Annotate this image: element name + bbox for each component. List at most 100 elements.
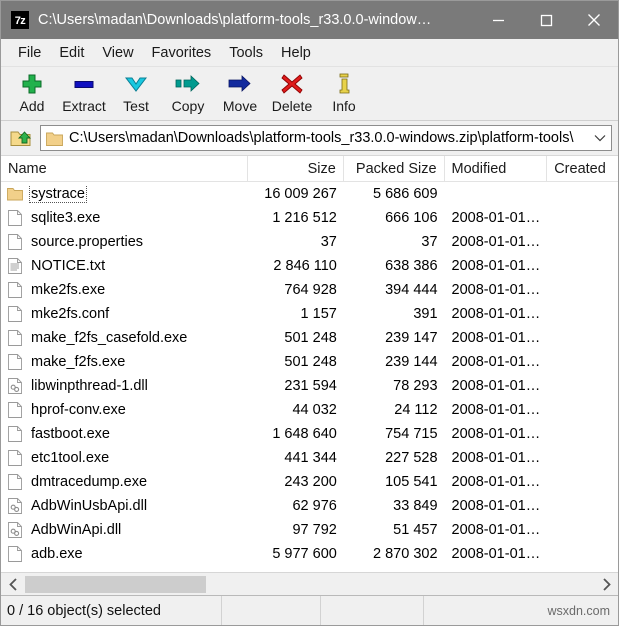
address-combobox[interactable]: C:\Users\madan\Downloads\platform-tools_… [40, 125, 612, 151]
horizontal-scrollbar[interactable] [1, 572, 618, 595]
folder-icon [46, 131, 63, 146]
cell-modified: 2008-01-01… [451, 330, 541, 346]
menu-favorites[interactable]: Favorites [143, 43, 221, 63]
close-button[interactable] [570, 1, 618, 39]
column-header-name[interactable]: Name [1, 156, 249, 181]
file-icon [7, 282, 23, 299]
chevron-down-icon[interactable] [589, 134, 611, 142]
cell-modified: 2008-01-01… [451, 258, 541, 274]
cell-modified: 2008-01-01… [451, 426, 541, 442]
toolbar-add-button[interactable]: Add [6, 67, 58, 114]
table-row[interactable]: dmtracedump.exe 243 200 105 541 2008-01-01… [1, 470, 618, 494]
cell-modified: 2008-01-01… [451, 234, 541, 250]
table-row[interactable]: libwinpthread-1.dll 231 594 78 293 2008-01-… [1, 374, 618, 398]
column-header-created[interactable]: Created [547, 156, 618, 181]
table-row[interactable]: AdbWinUsbApi.dll 62 976 33 849 2008-01-01… [1, 494, 618, 518]
file-icon [7, 450, 23, 467]
cell-packed-size: 78 293 [393, 378, 438, 394]
cell-name: etc1tool.exe [1, 450, 248, 467]
cell-modified: 2008-01-01… [451, 306, 541, 322]
status-selection: 0 / 16 object(s) selected [1, 596, 222, 625]
cell-size: 501 248 [284, 354, 337, 370]
table-row[interactable]: systrace 16 009 267 5 686 609 [1, 182, 618, 206]
menu-help[interactable]: Help [272, 43, 320, 63]
column-header-modified[interactable]: Modified [445, 156, 548, 181]
table-row[interactable]: mke2fs.exe 764 928 394 444 2008-01-01… [1, 278, 618, 302]
file-icon [7, 354, 23, 371]
cell-packed-size: 37 [421, 234, 438, 250]
cell-modified: 2008-01-01… [451, 210, 541, 226]
table-row[interactable]: mke2fs.conf 1 157 391 2008-01-01… [1, 302, 618, 326]
table-row[interactable]: source.properties 37 37 2008-01-01… [1, 230, 618, 254]
table-row[interactable]: make_f2fs_casefold.exe 501 248 239 147 2008… [1, 326, 618, 350]
file-name-label: mke2fs.exe [31, 282, 106, 298]
cell-name: libwinpthread-1.dll [1, 378, 248, 395]
cell-modified: 2008-01-01… [451, 522, 541, 538]
table-row[interactable]: make_f2fs.exe 501 248 239 144 2008-01-01… [1, 350, 618, 374]
cell-size: 231 594 [284, 378, 337, 394]
column-header-size[interactable]: Size [248, 156, 344, 181]
chevron-down-icon [124, 71, 148, 97]
cell-packed-size: 666 106 [385, 210, 438, 226]
menu-file[interactable]: File [9, 43, 50, 63]
folder-icon [7, 186, 23, 203]
toolbar-move-label: Move [222, 98, 258, 114]
toolbar-copy-label: Copy [171, 98, 205, 114]
dll-file-icon [7, 498, 23, 515]
toolbar-test-button[interactable]: Test [110, 67, 162, 114]
column-header-packed-size[interactable]: Packed Size [344, 156, 445, 181]
file-name-label: make_f2fs.exe [31, 354, 126, 370]
file-name-label: AdbWinApi.dll [31, 522, 122, 538]
cell-size: 5 977 600 [272, 546, 337, 562]
toolbar-extract-button[interactable]: Extract [58, 67, 110, 114]
window-title: C:\Users\madan\Downloads\platform-tools_… [38, 12, 432, 28]
cell-modified: 2008-01-01… [451, 402, 541, 418]
table-row[interactable]: AdbWinApi.dll 97 792 51 457 2008-01-01… [1, 518, 618, 542]
scrollbar-track[interactable] [25, 574, 594, 595]
table-row[interactable]: NOTICE.txt 2 846 110 638 386 2008-01-01… [1, 254, 618, 278]
file-name-label: dmtracedump.exe [31, 474, 148, 490]
move-arrow-icon [227, 71, 253, 97]
cell-modified: 2008-01-01… [451, 378, 541, 394]
cell-packed-size: 754 715 [385, 426, 438, 442]
cell-name: fastboot.exe [1, 426, 248, 443]
menu-tools[interactable]: Tools [220, 43, 272, 63]
status-bar: 0 / 16 object(s) selected wsxdn.com [1, 595, 618, 625]
table-row[interactable]: fastboot.exe 1 648 640 754 715 2008-01-01… [1, 422, 618, 446]
toolbar-delete-button[interactable]: Delete [266, 67, 318, 114]
address-path: C:\Users\madan\Downloads\platform-tools_… [69, 130, 574, 146]
menu-edit[interactable]: Edit [50, 43, 93, 63]
window-controls [474, 1, 618, 39]
x-mark-icon [280, 71, 304, 97]
cell-packed-size: 51 457 [393, 522, 438, 538]
cell-name: make_f2fs.exe [1, 354, 248, 371]
text-file-icon [7, 258, 23, 275]
cell-size: 37 [320, 234, 337, 250]
cell-modified: 2008-01-01… [451, 282, 541, 298]
table-row[interactable]: hprof-conv.exe 44 032 24 112 2008-01-01… [1, 398, 618, 422]
file-rows: systrace 16 009 267 5 686 609 sqlite3.exe 1 … [1, 182, 618, 572]
toolbar-delete-label: Delete [271, 98, 313, 114]
chevron-right-icon[interactable] [594, 574, 618, 595]
scrollbar-thumb[interactable] [25, 575, 206, 593]
cell-size: 2 846 110 [273, 258, 337, 274]
table-row[interactable]: adb.exe 5 977 600 2 870 302 2008-01-01… [1, 542, 618, 566]
table-row[interactable]: sqlite3.exe 1 216 512 666 106 2008-01-01… [1, 206, 618, 230]
table-row[interactable]: etc1tool.exe 441 344 227 528 2008-01-01… [1, 446, 618, 470]
folder-up-icon[interactable] [7, 124, 35, 152]
toolbar-copy-button[interactable]: Copy [162, 67, 214, 114]
maximize-button[interactable] [522, 1, 570, 39]
cell-name: adb.exe [1, 546, 248, 563]
cell-modified: 2008-01-01… [451, 354, 541, 370]
toolbar-move-button[interactable]: Move [214, 67, 266, 114]
chevron-left-icon[interactable] [1, 574, 25, 595]
toolbar-info-label: Info [332, 98, 356, 114]
cell-size: 62 976 [292, 498, 337, 514]
cell-size: 441 344 [284, 450, 337, 466]
toolbar-info-button[interactable]: Info [318, 67, 370, 114]
cell-packed-size: 33 849 [393, 498, 438, 514]
file-name-label: systrace [29, 185, 87, 203]
minimize-button[interactable] [474, 1, 522, 39]
cell-size: 16 009 267 [264, 186, 337, 202]
menu-view[interactable]: View [93, 43, 142, 63]
